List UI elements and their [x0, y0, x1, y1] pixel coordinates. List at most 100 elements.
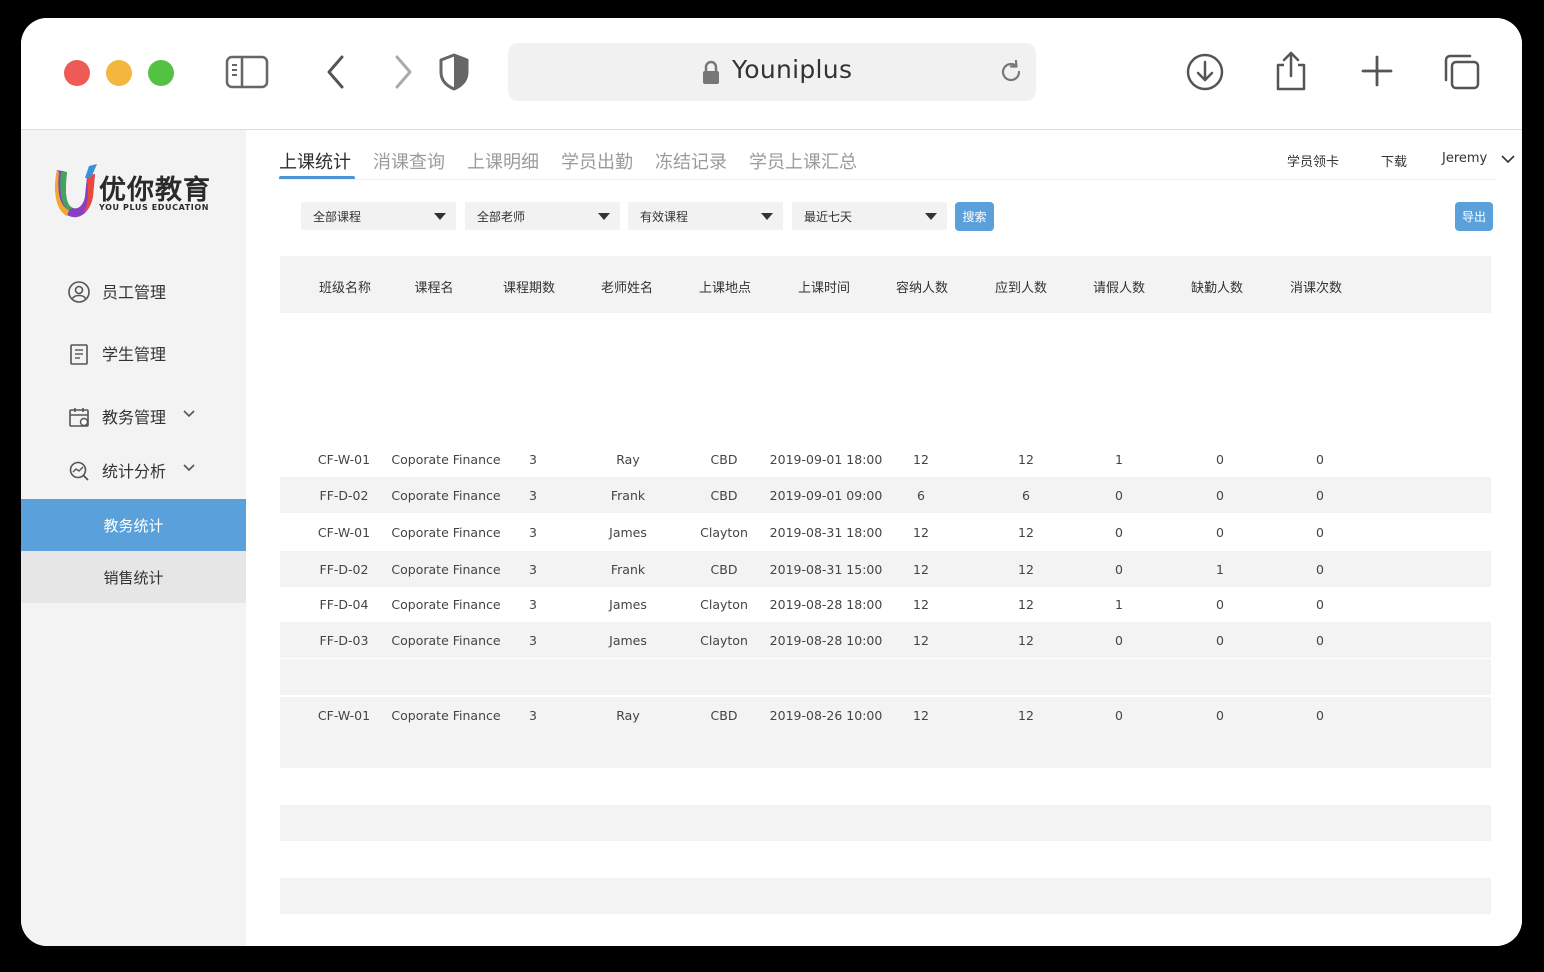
empty-table-row [280, 805, 1491, 841]
table-cell: 12 [913, 708, 929, 723]
table-cell: FF-D-02 [319, 562, 369, 577]
table-cell: 0 [1316, 525, 1324, 540]
tab-class-details[interactable]: 上课明细 [467, 148, 539, 174]
analytics-icon [69, 461, 89, 481]
new-tab-icon[interactable] [1360, 54, 1394, 88]
tab-student-summary[interactable]: 学员上课汇总 [749, 148, 857, 174]
table-cell: 12 [1018, 633, 1034, 648]
card-link[interactable]: 学员领卡 [1287, 151, 1339, 170]
export-button[interactable]: 导出 [1455, 202, 1493, 231]
zoom-window-button[interactable] [148, 60, 174, 86]
period-select-value: 最近七天 [804, 210, 853, 224]
table-cell: 2019-08-26 10:00 [769, 708, 883, 723]
table-row[interactable]: FF-D-04 Coporate Finance 3 James Clayton 2019… [280, 586, 1491, 622]
caret-down-icon [598, 213, 610, 220]
sidebar-item-label: 员工管理 [102, 283, 167, 302]
table-row[interactable]: FF-D-02 Coporate Finance 3 Frank CBD 2019-09-… [280, 477, 1491, 513]
caret-down-icon [761, 213, 773, 220]
shield-icon[interactable] [437, 52, 471, 92]
table-cell: 2019-09-01 09:00 [769, 488, 883, 503]
sidebar-item-label: 学生管理 [102, 345, 167, 364]
table-cell: James [609, 525, 647, 540]
back-icon[interactable] [324, 54, 348, 90]
table-cell: 0 [1216, 488, 1224, 503]
divider [279, 179, 1497, 180]
tab-freeze-records[interactable]: 冻结记录 [655, 148, 727, 174]
column-header: 请假人数 [1092, 281, 1146, 296]
tab-overview-icon[interactable] [1442, 52, 1482, 92]
teacher-select[interactable]: 全部老师 [465, 202, 620, 230]
table-row[interactable]: CF-W-01 Coporate Finance 3 Ray CBD 2019-08-26… [280, 697, 1491, 733]
table-cell: FF-D-04 [319, 597, 369, 612]
tab-class-stats[interactable]: 上课统计 [279, 148, 351, 174]
table-row[interactable]: FF-D-02 Coporate Finance 3 Frank CBD 2019-08-… [280, 551, 1491, 587]
search-button[interactable]: 搜索 [955, 202, 994, 231]
table-row[interactable]: FF-D-03 Coporate Finance 3 James Clayton 2019… [280, 622, 1491, 658]
table-cell: 0 [1316, 562, 1324, 577]
sidebar-subitem-academic-stats[interactable]: 教务统计 [21, 499, 246, 551]
sidebar-item-academic[interactable]: 教务管理 [21, 396, 246, 436]
empty-table-row [280, 878, 1491, 914]
table-row[interactable]: CF-W-01 Coporate Finance 3 Ray CBD 2019-09-01… [280, 441, 1491, 477]
empty-table-row [280, 732, 1491, 768]
table-cell: Frank [610, 562, 646, 577]
table-cell: 0 [1216, 452, 1224, 467]
tab-attendance[interactable]: 学员出勤 [561, 148, 633, 174]
table-cell: CBD [710, 562, 738, 577]
table-cell: Ray [616, 708, 640, 723]
table-cell: 2019-09-01 18:00 [769, 452, 883, 467]
column-header: 班级名称 [318, 281, 372, 296]
period-select[interactable]: 最近七天 [792, 202, 947, 230]
table-cell: CBD [710, 488, 738, 503]
logo-mark-icon [55, 164, 97, 218]
table-cell: Coporate Finance [391, 597, 501, 612]
sidebar-toggle-icon[interactable] [225, 54, 269, 90]
sidebar-item-label: 统计分析 [102, 462, 167, 481]
sidebar-subitem-sales-stats[interactable]: 销售统计 [21, 551, 246, 603]
user-menu[interactable]: Jeremy [1442, 151, 1487, 166]
table-cell: 2019-08-28 10:00 [769, 633, 883, 648]
table-cell: 0 [1316, 708, 1324, 723]
share-icon[interactable] [1274, 50, 1308, 92]
sidebar-item-staff[interactable]: 员工管理 [21, 271, 246, 311]
course-status-select[interactable]: 有效课程 [628, 202, 783, 230]
chevron-down-icon [183, 410, 195, 418]
table-cell: 3 [529, 452, 537, 467]
close-window-button[interactable] [64, 60, 90, 86]
column-header: 课程期数 [502, 281, 556, 296]
table-cell: 0 [1115, 525, 1123, 540]
table-cell: 12 [913, 525, 929, 540]
table-cell: 12 [913, 597, 929, 612]
table-row[interactable]: CF-W-01 Coporate Finance 3 James Clayton 2019… [280, 514, 1491, 550]
address-bar[interactable]: Youniplus [508, 43, 1036, 101]
sidebar: 优你教育 YOU PLUS EDUCATION 员工管理 学生管理 教务管理 统… [21, 130, 246, 946]
sidebar-item-students[interactable]: 学生管理 [21, 333, 246, 373]
table-cell: 12 [913, 562, 929, 577]
table-cell: 12 [1018, 525, 1034, 540]
table-cell: 0 [1216, 633, 1224, 648]
column-header: 缺勤人数 [1190, 281, 1244, 296]
tab-consumption-query[interactable]: 消课查询 [373, 148, 445, 174]
download-icon[interactable] [1185, 52, 1225, 92]
table-cell: FF-D-02 [319, 488, 369, 503]
table-cell: 3 [529, 708, 537, 723]
course-select[interactable]: 全部课程 [301, 202, 456, 230]
table-cell: 0 [1216, 597, 1224, 612]
table-cell: Clayton [700, 597, 748, 612]
table-cell: 2019-08-31 18:00 [769, 525, 883, 540]
table-cell: 1 [1115, 597, 1123, 612]
table-cell: 12 [1018, 562, 1034, 577]
chevron-down-icon[interactable] [1501, 155, 1515, 164]
table-cell: 12 [913, 633, 929, 648]
sidebar-item-analytics[interactable]: 统计分析 [21, 450, 246, 490]
table-header: 班级名称 课程名 课程期数 老师姓名 上课地点 上课时间 容纳人数 应到人数 请… [280, 256, 1491, 313]
table-cell: 0 [1316, 597, 1324, 612]
reload-icon[interactable] [998, 59, 1024, 85]
table-cell: 0 [1316, 633, 1324, 648]
table-cell: 2019-08-28 18:00 [769, 597, 883, 612]
download-link[interactable]: 下载 [1381, 151, 1407, 170]
forward-icon[interactable] [391, 54, 415, 90]
logo: 优你教育 YOU PLUS EDUCATION [51, 160, 241, 222]
minimize-window-button[interactable] [106, 60, 132, 86]
table-cell: 0 [1115, 562, 1123, 577]
